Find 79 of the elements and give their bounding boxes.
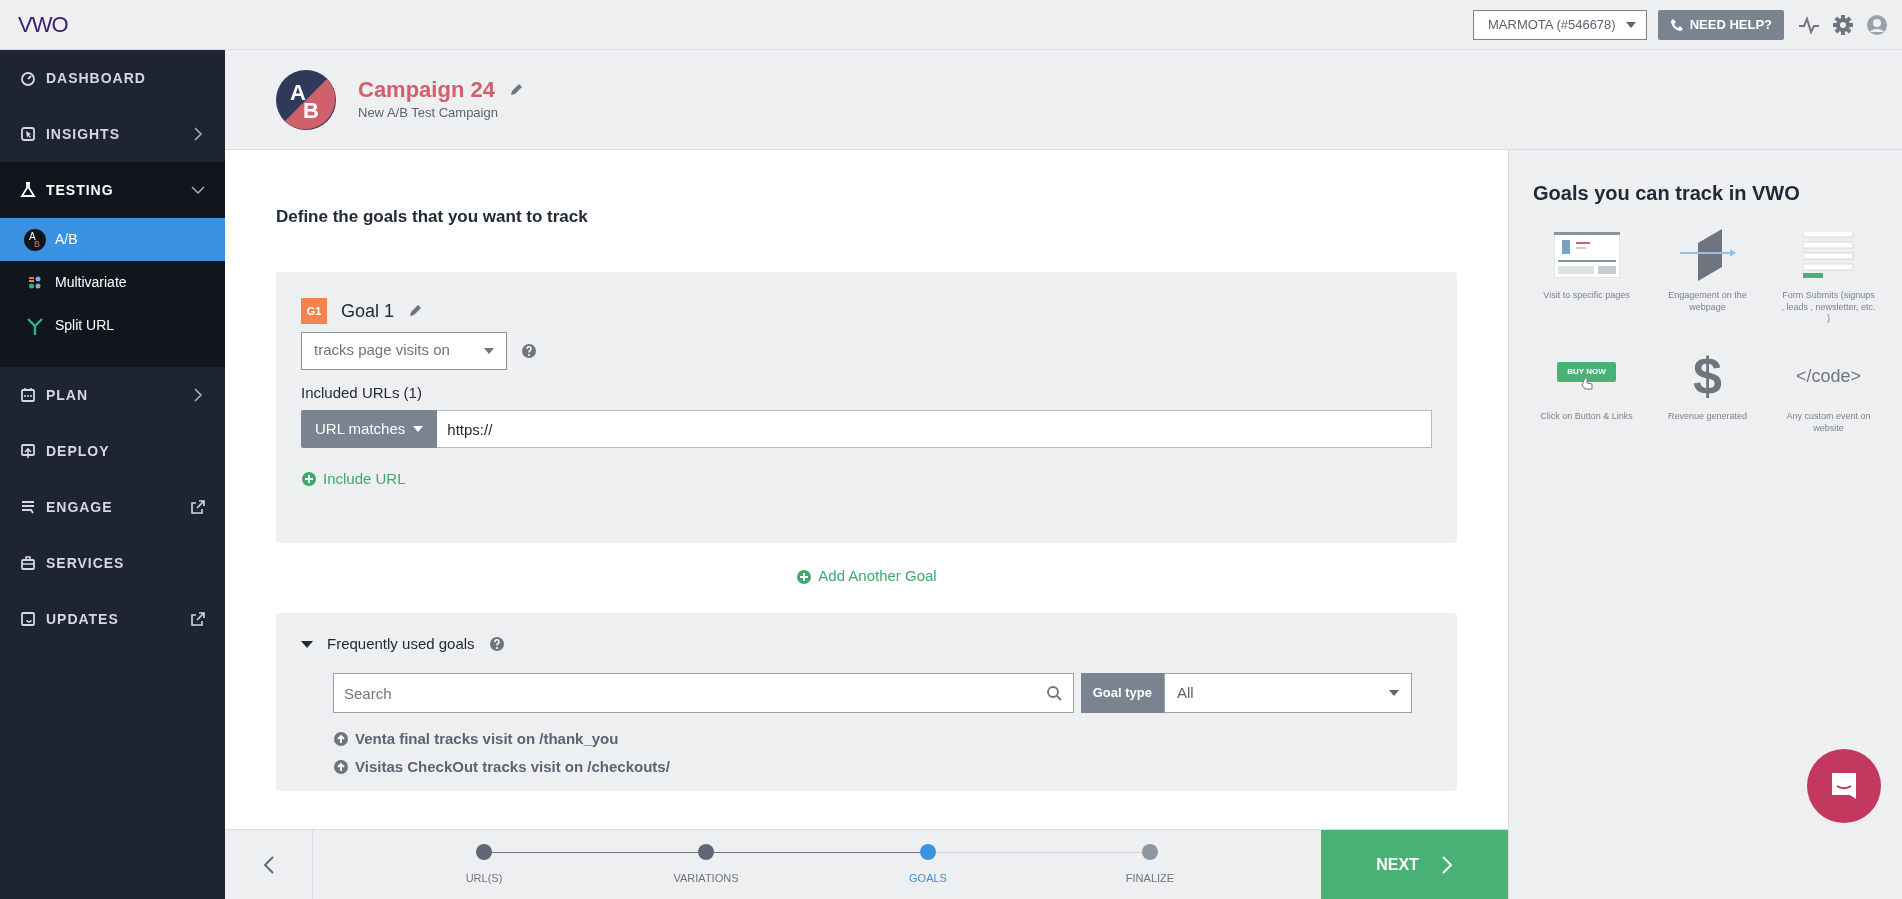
webpage-illustration bbox=[1553, 232, 1620, 278]
goal-type-select[interactable]: All bbox=[1164, 673, 1412, 713]
search-icon bbox=[1045, 685, 1062, 701]
sidebar-subitem[interactable]: A B A/B bbox=[0, 218, 225, 261]
caret-icon bbox=[1389, 690, 1399, 696]
plus-circle-icon bbox=[796, 568, 813, 585]
briefcase-icon bbox=[20, 555, 36, 571]
step-label[interactable]: FINALIZE bbox=[1039, 870, 1261, 887]
section-title: Define the goals that you want to track bbox=[276, 206, 589, 228]
campaign-subtitle: New A/B Test Campaign bbox=[358, 103, 499, 122]
calendar-icon bbox=[20, 387, 36, 403]
sidebar-item[interactable]: ENGAGE bbox=[0, 479, 225, 535]
tile-caption: Click on Button & Links bbox=[1540, 411, 1633, 423]
tile-caption: Revenue generated bbox=[1667, 411, 1748, 423]
goal-badge: G1 bbox=[301, 298, 327, 324]
window-icon bbox=[20, 611, 36, 627]
account-name: MARMOTA (#546678) bbox=[1488, 15, 1616, 34]
external-link-icon bbox=[191, 612, 205, 626]
goal-type-select[interactable]: tracks page visits on bbox=[301, 331, 507, 370]
goal-type-label: Goal type bbox=[1080, 673, 1164, 713]
step-label[interactable]: VARIATIONS bbox=[595, 870, 817, 887]
frequent-goal-item[interactable]: Visitas CheckOut tracks visit on /checkouts/ bbox=[333, 753, 1432, 781]
buy-now-illustration: BUY NOW bbox=[1557, 362, 1616, 391]
campaign-title: Campaign 24 bbox=[358, 76, 495, 103]
url-match-select[interactable]: URL matches bbox=[301, 410, 438, 448]
chat-icon bbox=[1829, 771, 1859, 801]
user-avatar-icon[interactable] bbox=[1866, 13, 1888, 36]
chevron-left-icon bbox=[262, 855, 275, 874]
tile-caption: Visit to specific pages bbox=[1543, 290, 1630, 302]
gauge-icon bbox=[20, 70, 36, 86]
chevron-right-icon bbox=[191, 388, 205, 402]
step-label[interactable]: URL(S) bbox=[373, 870, 595, 887]
sidebar-item[interactable]: PLAN bbox=[0, 367, 225, 423]
flask-icon bbox=[20, 182, 36, 198]
included-urls-label: Included URLs (1) bbox=[301, 382, 423, 403]
chevron-right-icon bbox=[191, 127, 205, 141]
help-icon bbox=[521, 342, 537, 359]
panel-title: Goals you can track in VWO bbox=[1533, 181, 1801, 206]
engagement-illustration bbox=[1677, 229, 1738, 281]
plus-circle-icon bbox=[301, 471, 317, 488]
phone-icon bbox=[1669, 17, 1684, 32]
tile-caption: Any custom event on website bbox=[1785, 411, 1872, 435]
sidebar-item[interactable]: TESTING bbox=[0, 162, 225, 218]
list-icon bbox=[20, 499, 36, 515]
caret-icon bbox=[1625, 21, 1636, 28]
monitor-icon bbox=[20, 443, 36, 459]
need-help-button[interactable]: NEED HELP? bbox=[1657, 9, 1784, 40]
chevron-right-icon bbox=[1440, 855, 1453, 874]
sidebar-item[interactable]: INSIGHTS bbox=[0, 106, 225, 162]
sidebar-item[interactable]: DASHBOARD bbox=[0, 50, 225, 106]
caret-icon bbox=[413, 426, 424, 432]
chevron-down-icon bbox=[191, 183, 205, 197]
form-illustration bbox=[1802, 231, 1855, 279]
tile-caption: Form Submits (signups , leads , newsletter, etc. ) bbox=[1780, 290, 1877, 326]
ab-test-icon: A B bbox=[24, 228, 46, 251]
tile-caption: Engagement on the webpage bbox=[1667, 290, 1748, 314]
frequent-goal-item[interactable]: Venta final tracks visit on /thank_you bbox=[333, 725, 1432, 753]
sidebar-item[interactable]: DEPLOY bbox=[0, 423, 225, 479]
vwo-logo[interactable]: VWO bbox=[18, 8, 68, 41]
account-select[interactable]: MARMOTA (#546678) bbox=[1473, 9, 1647, 40]
dollar-illustration: $ bbox=[1693, 350, 1722, 403]
hand-cursor-icon bbox=[1580, 378, 1593, 391]
sidebar-subitem[interactable]: Split URL bbox=[0, 304, 225, 347]
help-icon bbox=[488, 635, 505, 652]
external-link-icon bbox=[191, 500, 205, 514]
caret-icon bbox=[484, 347, 494, 354]
pencil-icon[interactable] bbox=[508, 82, 523, 97]
cursor-icon bbox=[20, 126, 36, 142]
goal-name: Goal 1 bbox=[341, 299, 395, 323]
pencil-icon[interactable] bbox=[408, 304, 423, 318]
code-illustration: </code> bbox=[1795, 364, 1862, 388]
search-field[interactable]: Search bbox=[333, 673, 1074, 713]
sidebar-subitem[interactable]: Multivariate bbox=[0, 261, 225, 304]
sidebar-item[interactable]: UPDATES bbox=[0, 591, 225, 647]
settings-icon[interactable] bbox=[1832, 13, 1854, 36]
sidebar-item[interactable]: SERVICES bbox=[0, 535, 225, 591]
frequent-goals-title: Frequently used goals bbox=[327, 633, 475, 654]
campaign-avatar-icon: A B bbox=[276, 69, 336, 130]
url-input[interactable]: https:// bbox=[437, 410, 1432, 448]
